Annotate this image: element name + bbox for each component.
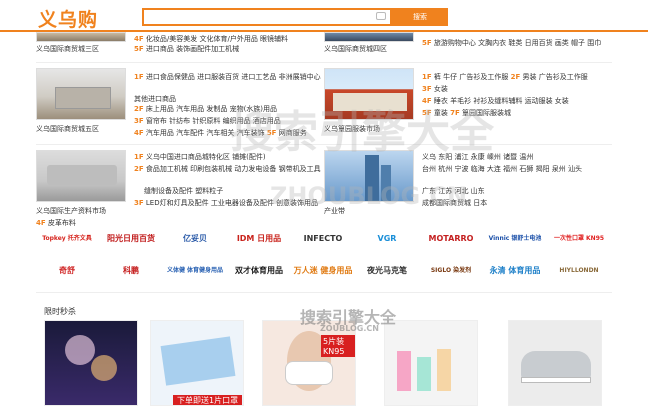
product-card[interactable] bbox=[508, 320, 602, 406]
market-thumb-3[interactable] bbox=[36, 32, 126, 42]
brand-logo[interactable]: Vinnic 银舒士电池 bbox=[484, 226, 546, 254]
market-caption[interactable]: 产业带 bbox=[324, 206, 345, 216]
market-floor-line[interactable]: 5F 旅游购物中心 文胸内衣 鞋类 日用百货 画类 帽子 围巾 bbox=[422, 38, 601, 48]
market-thumb-huangyuan[interactable] bbox=[324, 68, 414, 120]
brand-logo[interactable]: 一次性口罩 KN95 bbox=[548, 226, 610, 254]
market-caption[interactable]: 义乌篁园服装市场 bbox=[324, 124, 380, 134]
divider bbox=[36, 292, 612, 293]
brand-logo[interactable]: 奇舒 bbox=[36, 258, 98, 286]
brand-grid: Topkey 托齐文具 阳光日用百货 亿妥贝 IDM 日用品 INFECTO VGR MOT… bbox=[36, 226, 612, 288]
brand-logo[interactable]: 义体健 体育健身用品 bbox=[164, 258, 226, 286]
product-card[interactable] bbox=[384, 320, 478, 406]
market-thumb-production[interactable] bbox=[36, 150, 126, 202]
brand-logo[interactable]: MOTARRO bbox=[420, 226, 482, 254]
market-floor-line[interactable]: 1F 义乌中国进口商品城特化区 铺摊(配件) bbox=[134, 152, 266, 162]
market-floor-line[interactable]: 1F 进口食品保健品 进口服装百货 进口工艺品 非洲展销中心 bbox=[134, 72, 321, 82]
header: 义乌购 搜索 bbox=[0, 0, 648, 32]
brand-logo[interactable]: 双才体育用品 bbox=[228, 258, 290, 286]
market-thumb-5[interactable] bbox=[36, 68, 126, 120]
market-floor-line[interactable]: 3F LED灯和灯具及配件 工业电器设备及配件 创意装饰用品 bbox=[134, 198, 318, 208]
market-thumb-4[interactable] bbox=[324, 32, 414, 42]
flash-sale-title: 限时秒杀 bbox=[44, 307, 76, 316]
brand-logo[interactable]: VGR bbox=[356, 226, 418, 254]
brand-logo[interactable]: HIYLLONDN bbox=[548, 258, 610, 286]
brand-logo[interactable]: 阳光日用百货 bbox=[100, 226, 162, 254]
market-floor-line[interactable]: 缝制设备及配件 塑料粒子 bbox=[144, 186, 223, 196]
market-caption[interactable]: 义乌国际商贸城五区 bbox=[36, 124, 99, 134]
divider bbox=[36, 62, 612, 63]
market-floor-line[interactable]: 2F 食品加工机械 印刷包装机械 动力发电设备 钢带机及工具 bbox=[134, 164, 321, 174]
product-badge: 5片装 KN95 bbox=[321, 335, 355, 357]
camera-icon[interactable] bbox=[376, 12, 386, 20]
market-floor-line[interactable]: 5F 童装 7F 篁园国际服装城 bbox=[422, 108, 511, 118]
brand-logo[interactable]: Topkey 托齐文具 bbox=[36, 226, 98, 254]
region-line[interactable]: 义乌 东阳 浦江 永康 嵊州 诸暨 温州 bbox=[422, 152, 533, 162]
brand-logo[interactable]: IDM 日用品 bbox=[228, 226, 290, 254]
market-floor-line[interactable]: 1F 裤 牛仔 广告衫及工作服 2F 男装 广告衫及工作服 bbox=[422, 72, 588, 82]
brand-logo[interactable]: 科鹏 bbox=[100, 258, 162, 286]
brand-logo[interactable]: 万人迷 健身用品 bbox=[292, 258, 354, 286]
product-card[interactable]: 5片装 KN95 bbox=[262, 320, 356, 406]
region-line[interactable]: 广东 江苏 河北 山东 bbox=[422, 186, 485, 196]
search-button[interactable]: 搜索 bbox=[392, 8, 448, 26]
divider bbox=[36, 144, 612, 145]
search-input[interactable] bbox=[142, 8, 392, 26]
market-floor-line[interactable]: 4F 汽车用品 汽车配件 汽车相关 汽车装饰 5F 网商服务 bbox=[134, 128, 307, 138]
brand-logo[interactable]: SIGLO 染发剂 bbox=[420, 258, 482, 286]
market-caption[interactable]: 义乌国际生产资料市场 bbox=[36, 206, 106, 216]
industry-belt-thumb[interactable] bbox=[324, 150, 414, 202]
market-caption[interactable]: 义乌国际商贸城三区 bbox=[36, 44, 99, 54]
market-floor-line[interactable]: 其他进口商品 bbox=[134, 94, 176, 104]
region-line[interactable]: 台州 杭州 宁波 临海 大连 福州 石狮 揭阳 泉州 汕头 bbox=[422, 164, 582, 174]
brand-logo[interactable]: 夜光马克笔 bbox=[356, 258, 418, 286]
product-card[interactable] bbox=[44, 320, 138, 406]
region-line[interactable]: 成都国际商贸城 日本 bbox=[422, 198, 487, 208]
market-floor-line[interactable]: 3F 窗帘布 针纺布 针织原料 编织用品 酒店用品 bbox=[134, 116, 281, 126]
market-floor-line[interactable]: 5F 进口商品 装饰画配件加工机械 bbox=[134, 44, 239, 54]
promo-banner: 下单即送1片口罩 bbox=[173, 395, 243, 405]
market-floor-line[interactable]: 2F 床上用品 汽车用品 发制品 宠物(水族)用品 bbox=[134, 104, 277, 114]
brand-logo[interactable]: 永清 体育用品 bbox=[484, 258, 546, 286]
brand-logo[interactable]: 亿妥贝 bbox=[164, 226, 226, 254]
market-floor-line[interactable]: 4F 睡衣 羊毛衫 衬衫及缝料辅料 运动服装 女装 bbox=[422, 96, 569, 106]
site-logo[interactable]: 义乌购 bbox=[38, 5, 98, 32]
product-card[interactable]: 下单即送1片口罩 bbox=[150, 320, 244, 406]
market-caption[interactable]: 义乌国际商贸城四区 bbox=[324, 44, 387, 54]
market-floor-line[interactable]: 3F 女装 bbox=[422, 84, 448, 94]
brand-logo[interactable]: INFECTO bbox=[292, 226, 354, 254]
market-floor-line[interactable]: 4F 化妆品/美容美发 文化体育/户外用品 眼镜辅料 bbox=[134, 34, 288, 44]
